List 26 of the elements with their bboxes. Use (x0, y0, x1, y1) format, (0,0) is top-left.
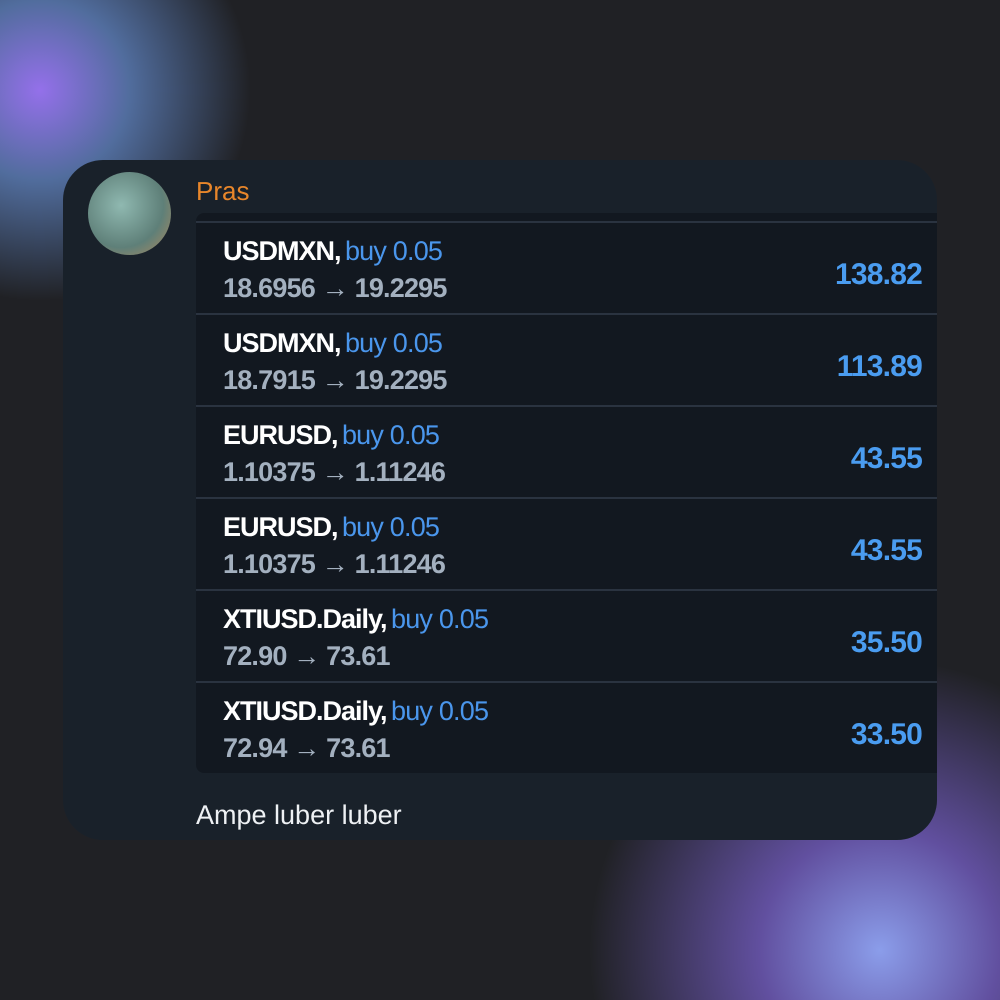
price-range: 72.90 → 73.61 (223, 640, 391, 672)
price-range: 1.10375 → 1.11246 (223, 456, 446, 488)
price-range: 18.7915 → 19.2295 (223, 364, 447, 396)
profit-value: 43.55 (850, 532, 922, 568)
message-text: Ampe luber luber (196, 799, 403, 832)
price-range: 18.6956 → 19.2295 (223, 272, 447, 304)
order-type: buy 0.05 (342, 420, 440, 450)
profit-value: 33.50 (850, 716, 922, 752)
profit-value: 138.82 (835, 256, 922, 292)
trade-symbol: EURUSD, (223, 512, 338, 542)
profit-value: 113.89 (836, 348, 922, 384)
order-type: buy 0.05 (344, 328, 442, 358)
profit-value: 35.50 (850, 624, 922, 660)
order-type: buy 0.05 (344, 236, 442, 266)
sender-name: Pras (196, 175, 250, 208)
trade-symbol: USDMXN, (223, 328, 341, 358)
trade-symbol: USDMXN, (223, 236, 341, 266)
profit-value: 43.55 (850, 440, 922, 476)
price-range: 72.94 → 73.61 (223, 732, 391, 764)
order-type: buy 0.05 (391, 696, 488, 726)
trade-symbol: XTIUSD.Daily, (223, 696, 387, 726)
order-type: buy 0.05 (391, 604, 488, 634)
trade-symbol: XTIUSD.Daily, (223, 604, 387, 634)
order-type: buy 0.05 (342, 512, 440, 542)
price-range: 1.10375 → 1.11246 (223, 548, 446, 580)
trade-symbol: EURUSD, (223, 420, 338, 450)
